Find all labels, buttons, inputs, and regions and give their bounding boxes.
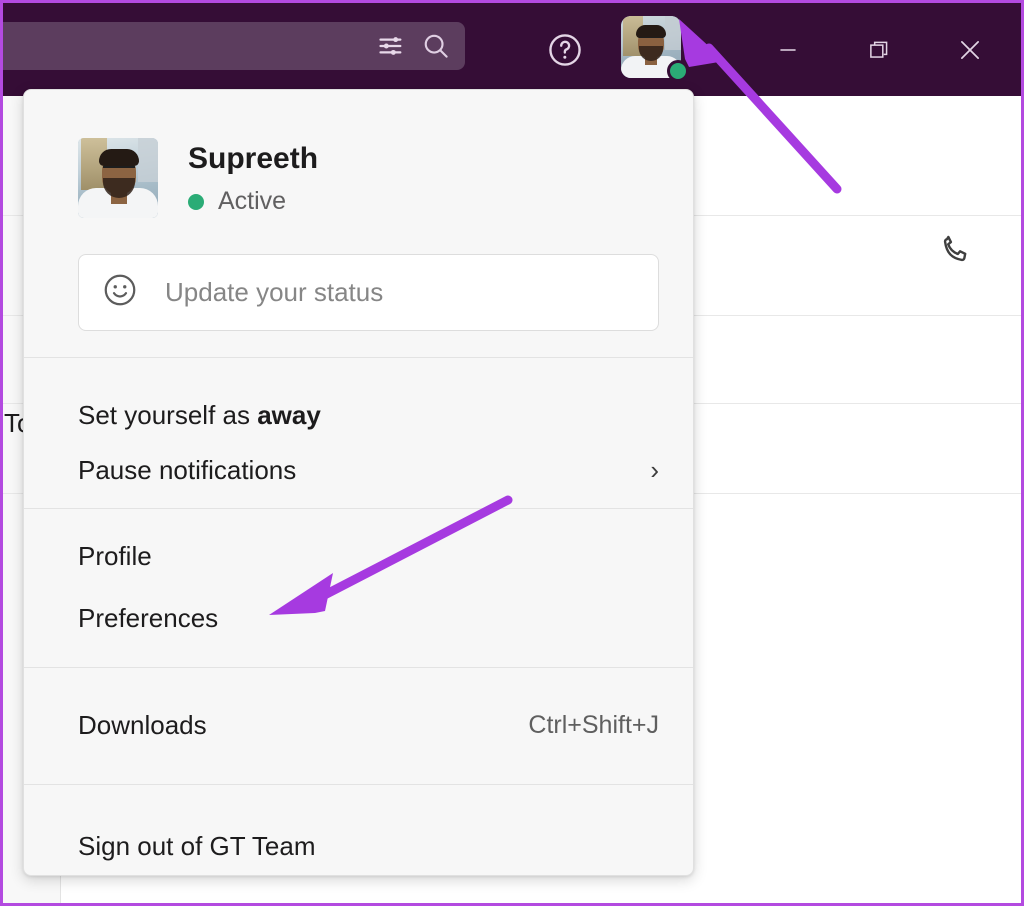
help-circle-icon <box>549 34 581 66</box>
menu-item-sign-out[interactable]: Sign out of GT Team <box>24 815 693 875</box>
menu-item-label: Profile <box>78 540 152 571</box>
phone-icon <box>943 235 967 262</box>
window-controls <box>743 29 1015 71</box>
status-placeholder: Update your status <box>165 277 384 307</box>
menu-item-label: Preferences <box>78 602 219 633</box>
presence-label: Active <box>218 187 287 215</box>
slack-window: To Supreeth Active Update your status Se… <box>0 0 1024 906</box>
status-section: Update your status <box>24 244 693 357</box>
status-input[interactable]: Update your status <box>78 254 659 331</box>
menu-item-label: Sign out of GT Team <box>78 830 316 861</box>
menu-item-set-away[interactable]: Set yourself as away <box>24 384 693 446</box>
title-bar <box>3 3 1021 96</box>
menu-section-session: Sign out of GT Team <box>24 785 693 875</box>
menu-divider <box>24 357 693 358</box>
menu-profile-header: Supreeth Active <box>24 90 693 244</box>
profile-name: Supreeth <box>188 142 319 175</box>
menu-section-availability: Set yourself as away Pause notifications… <box>24 384 693 508</box>
minimize-button[interactable] <box>743 29 834 71</box>
menu-section-downloads: Downloads Ctrl+Shift+J <box>24 668 693 784</box>
close-button[interactable] <box>924 29 1015 71</box>
help-button[interactable] <box>544 29 586 71</box>
start-call-button[interactable] <box>933 226 979 272</box>
restore-icon <box>870 41 888 58</box>
avatar <box>78 138 158 218</box>
menu-item-label: Pause notifications <box>78 454 297 485</box>
menu-item-label: Downloads <box>78 709 207 740</box>
sliders-icon[interactable] <box>377 32 405 60</box>
user-avatar-button[interactable] <box>621 16 689 82</box>
menu-section-account: Profile Preferences <box>24 509 693 667</box>
search-icon-group <box>377 22 451 70</box>
set-away-prefix: Set yourself as <box>78 399 258 430</box>
user-menu-dropdown: Supreeth Active Update your status Set y… <box>23 89 694 876</box>
menu-item-preferences[interactable]: Preferences <box>24 587 693 649</box>
presence-dot-icon <box>188 193 204 210</box>
minimize-icon <box>780 49 796 51</box>
presence-row[interactable]: Active <box>188 187 318 216</box>
menu-item-pause-notifications[interactable]: Pause notifications › <box>24 446 693 508</box>
restore-button[interactable] <box>834 29 925 71</box>
smiley-icon <box>101 271 139 314</box>
chevron-right-icon: › <box>650 455 659 485</box>
profile-text-block: Supreeth Active <box>188 138 318 216</box>
search-input[interactable] <box>3 22 465 70</box>
menu-item-shortcut: Ctrl+Shift+J <box>528 710 659 739</box>
menu-item-label: Set yourself as away <box>78 400 321 431</box>
set-away-strong: away <box>257 399 321 430</box>
menu-item-profile[interactable]: Profile <box>24 525 693 587</box>
search-icon[interactable] <box>421 31 451 61</box>
presence-badge-active <box>667 60 689 82</box>
close-icon <box>960 41 979 59</box>
menu-item-downloads[interactable]: Downloads Ctrl+Shift+J <box>24 694 693 756</box>
